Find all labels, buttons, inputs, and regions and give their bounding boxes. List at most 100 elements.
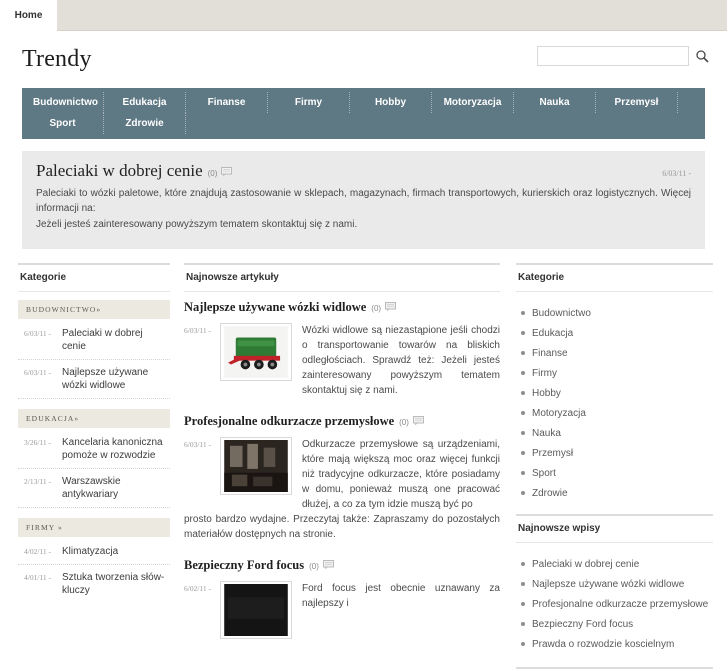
article-title[interactable]: Profesjonalne odkurzacze przemysłowe	[184, 414, 394, 429]
article-header: Profesjonalne odkurzacze przemysłowe (0)	[184, 414, 500, 429]
nav-item[interactable]: Nauka	[514, 92, 596, 113]
article: Najlepsze używane wózki widlowe (0) 6/03/1…	[184, 300, 500, 398]
site-header: Trendy	[0, 31, 727, 88]
recent-post-link[interactable]: Paleciaki w dobrej cenie	[521, 555, 713, 575]
list-item[interactable]: 6/03/11 - Najlepsze używane wózki widlowe	[18, 360, 170, 399]
nav-item[interactable]: Motoryzacja	[432, 92, 514, 113]
site-title: Trendy	[22, 46, 92, 72]
nav-item[interactable]: Przemysł	[596, 92, 678, 113]
tab-home-label: Home	[14, 10, 43, 21]
article-body: 6/03/11 - Odkurzacze przemysłowe są urząd…	[184, 437, 500, 512]
post-date: 4/02/11 -	[24, 547, 52, 556]
article-text: Wózki widlowe są niezastąpione jeśli cho…	[302, 325, 500, 396]
featured-post-title[interactable]: Paleciaki w dobrej cenie	[36, 161, 203, 181]
article-body: 6/03/11 - Wózki widlowe są niezastąpione …	[184, 323, 500, 398]
article-date: 6/03/11 -	[184, 440, 212, 449]
article-date: 6/02/11 -	[184, 584, 212, 593]
post-title[interactable]: Kancelaria kanoniczna pomoże w rozwodzie	[62, 436, 168, 462]
post-title[interactable]: Sztuka tworzenia słów-kluczy	[62, 571, 168, 597]
category-link[interactable]: Przemysł	[521, 444, 713, 464]
featured-post: Paleciaki w dobrej cenie (0) 6/03/11 - P…	[22, 151, 705, 249]
left-sidebar-title: Kategorie	[18, 263, 170, 292]
article-text: Ford focus jest obecnie uznawany za najl…	[302, 583, 500, 609]
search-input[interactable]	[537, 46, 689, 66]
comment-bubble-icon	[412, 416, 424, 428]
post-title[interactable]: Paleciaki w dobrej cenie	[62, 327, 168, 353]
primary-nav-wrap: Budownictwo Edukacja Finanse Firmy Hobby Moto…	[0, 88, 727, 139]
article-title[interactable]: Najlepsze używane wózki widlowe	[184, 300, 366, 315]
list-item[interactable]: 3/26/11 - Kancelaria kanoniczna pomoże w …	[18, 430, 170, 469]
nav-item[interactable]: Firmy	[268, 92, 350, 113]
right-recent-title: Najnowsze wpisy	[516, 514, 713, 543]
post-date: 6/03/11 -	[24, 329, 52, 338]
comment-bubble-icon	[322, 560, 334, 572]
right-recent-list: Paleciaki w dobrej cenie Najlepsze używan…	[516, 551, 713, 665]
article-thumbnail[interactable]	[220, 581, 292, 639]
featured-paragraph-1: Paleciaki to wózki paletowe, które znajd…	[36, 188, 691, 214]
tab-home[interactable]: Home	[0, 0, 57, 31]
article-header: Bezpieczny Ford focus (0)	[184, 558, 500, 573]
featured-post-date: 6/03/11 -	[662, 169, 691, 178]
article: Bezpieczny Ford focus (0) 6/02/11 - Ford fo…	[184, 558, 500, 639]
post-date: 3/26/11 -	[24, 438, 52, 447]
article-title[interactable]: Bezpieczny Ford focus	[184, 558, 304, 573]
content-columns: Kategorie Budownictwo» 6/03/11 - Paleciaki…	[0, 249, 727, 669]
list-item[interactable]: 4/02/11 - Klimatyzacja	[18, 539, 170, 565]
category-band[interactable]: Firmy »	[18, 518, 170, 537]
featured-post-wrap: Paleciaki w dobrej cenie (0) 6/03/11 - P…	[0, 139, 727, 249]
article-body: 6/02/11 - Ford focus jest obecnie uznawan…	[184, 581, 500, 639]
featured-post-body: Paleciaki to wózki paletowe, które znajd…	[36, 186, 691, 232]
article-text: Odkurzacze przemysłowe są urządzeniami, …	[302, 439, 500, 510]
post-title[interactable]: Najlepsze używane wózki widlowe	[62, 366, 168, 392]
comment-bubble-icon	[221, 167, 233, 179]
right-categories-title: Kategorie	[516, 263, 713, 292]
left-sidebar: Kategorie Budownictwo» 6/03/11 - Paleciaki…	[18, 263, 170, 669]
recent-post-link[interactable]: Prawda o rozwodzie koscielnym	[521, 635, 713, 655]
article-thumbnail[interactable]	[220, 437, 292, 495]
list-item[interactable]: 2/13/11 - Warszawskie antykwariary	[18, 469, 170, 508]
category-link[interactable]: Edukacja	[521, 324, 713, 344]
comment-bubble-icon	[385, 302, 397, 314]
category-link[interactable]: Sport	[521, 464, 713, 484]
recent-post-link[interactable]: Profesjonalne odkurzacze przemysłowe	[521, 595, 713, 615]
nav-item[interactable]: Edukacja	[104, 92, 186, 113]
featured-comment-count: (0)	[207, 169, 218, 178]
post-title[interactable]: Klimatyzacja	[62, 545, 118, 558]
category-link[interactable]: Budownictwo	[521, 304, 713, 324]
left-sidebar-groups: Budownictwo» 6/03/11 - Paleciaki w dobrej …	[18, 300, 170, 603]
primary-nav: Budownictwo Edukacja Finanse Firmy Hobby Moto…	[22, 88, 705, 139]
article-comment-count: (0)	[309, 562, 319, 571]
search-icon[interactable]	[695, 49, 709, 63]
category-link[interactable]: Finanse	[521, 344, 713, 364]
category-link[interactable]: Nauka	[521, 424, 713, 444]
post-date: 2/13/11 -	[24, 477, 52, 486]
article-thumbnail[interactable]	[220, 323, 292, 381]
post-date: 4/01/11 -	[24, 573, 52, 582]
list-item[interactable]: 6/03/11 - Paleciaki w dobrej cenie	[18, 321, 170, 360]
category-link[interactable]: Zdrowie	[521, 484, 713, 504]
featured-post-header: Paleciaki w dobrej cenie (0) 6/03/11 -	[36, 161, 691, 181]
article: Profesjonalne odkurzacze przemysłowe (0) 6…	[184, 414, 500, 542]
top-bar: Home	[0, 0, 727, 31]
article-header: Najlepsze używane wózki widlowe (0)	[184, 300, 500, 315]
recent-post-link[interactable]: Najlepsze używane wózki widlowe	[521, 575, 713, 595]
main-column-title: Najnowsze artykuły	[184, 263, 500, 292]
nav-item[interactable]: Hobby	[350, 92, 432, 113]
category-band[interactable]: Budownictwo»	[18, 300, 170, 319]
article-comment-count: (0)	[399, 418, 409, 427]
featured-paragraph-2: Jeżeli jesteś zainteresowany powyższym t…	[36, 219, 358, 230]
search-area	[537, 46, 709, 66]
nav-item[interactable]: Finanse	[186, 92, 268, 113]
category-link[interactable]: Motoryzacja	[521, 404, 713, 424]
list-item[interactable]: 4/01/11 - Sztuka tworzenia słów-kluczy	[18, 565, 170, 603]
nav-item[interactable]: Budownictwo	[22, 92, 104, 113]
article-text-tail: prosto bardzo wydajne. Przeczytaj także:…	[184, 514, 500, 540]
category-band[interactable]: Edukacja»	[18, 409, 170, 428]
nav-item[interactable]: Sport	[22, 113, 104, 134]
article-comment-count: (0)	[371, 304, 382, 313]
nav-item[interactable]: Zdrowie	[104, 113, 186, 134]
post-title[interactable]: Warszawskie antykwariary	[62, 475, 168, 501]
recent-post-link[interactable]: Bezpieczny Ford focus	[521, 615, 713, 635]
category-link[interactable]: Firmy	[521, 364, 713, 384]
category-link[interactable]: Hobby	[521, 384, 713, 404]
